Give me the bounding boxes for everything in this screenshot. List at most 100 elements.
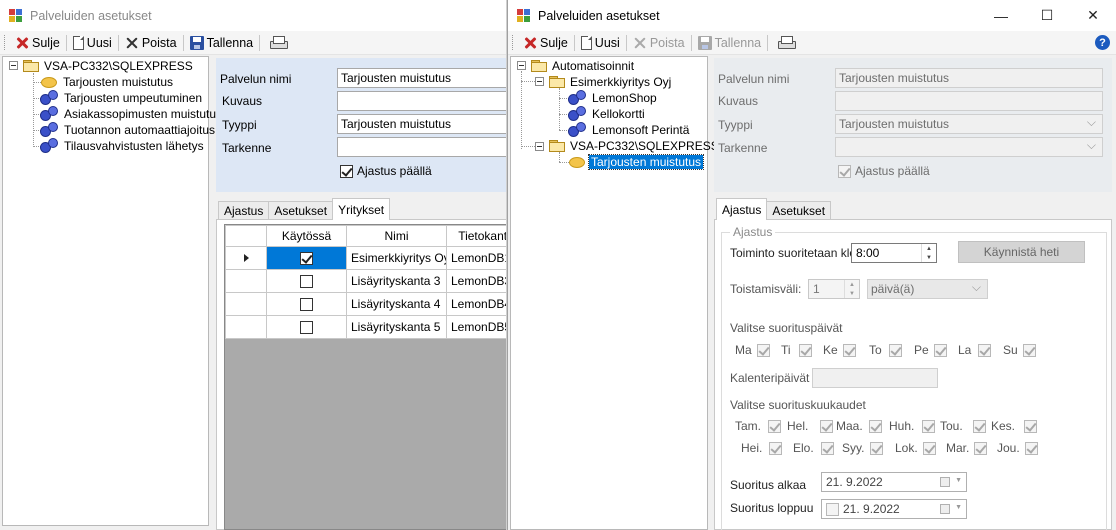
option-checkbox[interactable] [922, 420, 935, 433]
table-row[interactable]: Lisäyrityskanta 4 LemonDB4 [225, 292, 506, 316]
save-button[interactable]: Tallenna [694, 33, 766, 53]
services-tree[interactable]: VSA-PC332\SQLEXPRESS Tarjousten muistutu… [2, 56, 222, 526]
table-row[interactable]: Lisäyrityskanta 3 LemonDB3 [225, 269, 506, 293]
enabled-checkbox[interactable] [300, 298, 313, 312]
option-checkbox[interactable] [889, 344, 902, 357]
interval-spinner[interactable]: 1 ▲ ▼ [808, 279, 860, 299]
spinner-arrows-icon[interactable]: ▲ ▼ [921, 244, 936, 262]
option-checkbox[interactable] [1025, 442, 1038, 455]
delete-button[interactable]: Poista [121, 33, 181, 53]
option-checkbox[interactable] [1024, 420, 1037, 433]
spinner-arrows-icon[interactable]: ▲ ▼ [844, 280, 859, 298]
row-header[interactable] [225, 315, 267, 339]
schedule-enabled-checkbox[interactable] [340, 165, 353, 178]
tree-node-company[interactable]: Esimerkkiyritys Oyj [549, 74, 673, 90]
close-button[interactable]: Sulje [11, 33, 64, 53]
tree-item-service[interactable]: Asiakassopimusten muistutus [41, 106, 224, 122]
option-checkbox[interactable] [821, 442, 834, 455]
chevron-down-icon[interactable]: ▼ [955, 477, 962, 484]
tree-root-automations[interactable]: Automatisoinnit [531, 58, 636, 74]
calendar-icon[interactable] [940, 504, 950, 514]
tree-item-integration[interactable]: Lemonsoft Perintä [569, 122, 691, 138]
tab-schedule[interactable]: Ajastus [716, 198, 768, 220]
chevron-down-icon[interactable]: ▼ [955, 504, 962, 511]
tab-companies[interactable]: Yritykset [332, 198, 391, 220]
tree-node-server[interactable]: VSA-PC332\SQLEXPRESS [549, 138, 721, 154]
print-button[interactable] [262, 33, 293, 53]
new-button[interactable]: Uusi [577, 33, 624, 53]
companies-grid[interactable]: Käytössä Nimi Tietokanta Esimerkkiyritys… [224, 224, 506, 530]
table-row[interactable]: Esimerkkiyritys Oyj LemonDB1 [225, 246, 506, 270]
specifier-select[interactable] [835, 137, 1103, 157]
option-checkbox[interactable] [1023, 344, 1036, 357]
end-date-checkbox[interactable] [826, 502, 839, 516]
maximize-button[interactable]: ☐ [1024, 0, 1070, 31]
option-checkbox[interactable] [843, 344, 856, 357]
row-header[interactable] [225, 269, 267, 293]
minimize-button[interactable]: — [978, 0, 1024, 31]
row-header[interactable] [225, 292, 267, 316]
enabled-checkbox[interactable] [300, 252, 313, 266]
tree-item-service[interactable]: Tarjousten muistutus [41, 74, 175, 90]
print-button[interactable] [770, 33, 801, 53]
tree-item-service-selected[interactable]: Tarjousten muistutus [569, 154, 705, 170]
end-date-picker[interactable]: 21. 9.2022 ▼ [821, 499, 967, 519]
type-select[interactable]: Tarjousten muistutus [835, 114, 1103, 134]
tree-expander[interactable] [535, 77, 544, 86]
option-checkbox[interactable] [799, 344, 812, 357]
option-checkbox[interactable] [769, 442, 782, 455]
tree-expander[interactable] [535, 142, 544, 151]
calendar-days-input[interactable] [812, 368, 938, 388]
enabled-checkbox[interactable] [300, 321, 313, 335]
service-name-input[interactable]: Tarjousten muistutus [337, 68, 506, 88]
table-row[interactable]: Lisäyrityskanta 5 LemonDB5 [225, 315, 506, 339]
tree-expander[interactable] [517, 61, 526, 70]
column-header-enabled[interactable]: Käytössä [266, 225, 347, 247]
schedule-enabled-checkbox[interactable] [838, 165, 851, 178]
tree-item-service[interactable]: Tarjousten umpeutuminen [41, 90, 204, 106]
window-close-button[interactable]: ✕ [1070, 0, 1116, 31]
new-button[interactable]: Uusi [69, 33, 116, 53]
interval-unit-select[interactable]: päivä(ä) [867, 279, 988, 299]
option-checkbox[interactable] [974, 442, 987, 455]
close-button[interactable]: Sulje [519, 33, 572, 53]
tree-root-server[interactable]: VSA-PC332\SQLEXPRESS [23, 58, 195, 74]
option-checkbox[interactable] [923, 442, 936, 455]
option-checkbox[interactable] [870, 442, 883, 455]
tab-schedule[interactable]: Ajastus [218, 201, 270, 220]
start-date-picker[interactable]: 21. 9.2022 ▼ [821, 472, 967, 492]
tree-expander[interactable] [9, 61, 18, 70]
description-input[interactable] [835, 91, 1103, 111]
option-checkbox[interactable] [768, 420, 781, 433]
enabled-cell[interactable] [266, 292, 347, 316]
automations-tree[interactable]: Automatisoinnit Esimerkkiyritys Oyj Lemo… [510, 56, 719, 530]
enabled-cell[interactable] [266, 269, 347, 293]
option-checkbox[interactable] [820, 420, 833, 433]
option-checkbox[interactable] [869, 420, 882, 433]
run-now-button[interactable]: Käynnistä heti [958, 241, 1085, 263]
enabled-cell[interactable] [266, 246, 347, 270]
tree-item-integration[interactable]: Kellokortti [569, 106, 647, 122]
option-checkbox[interactable] [934, 344, 947, 357]
help-icon[interactable]: ? [1095, 35, 1110, 50]
column-header-database[interactable]: Tietokanta [446, 225, 506, 247]
run-at-time-spinner[interactable]: 8:00 ▲ ▼ [851, 243, 937, 263]
row-header[interactable] [225, 246, 267, 270]
tab-settings[interactable]: Asetukset [766, 201, 832, 220]
calendar-icon[interactable] [940, 477, 950, 487]
tree-item-integration[interactable]: LemonShop [569, 90, 659, 106]
specifier-select[interactable] [337, 137, 506, 157]
delete-button[interactable]: Poista [629, 33, 689, 53]
option-checkbox[interactable] [978, 344, 991, 357]
column-header-name[interactable]: Nimi [346, 225, 447, 247]
enabled-checkbox[interactable] [300, 275, 313, 289]
tree-item-service[interactable]: Tilausvahvistusten lähetys [41, 138, 206, 154]
save-button[interactable]: Tallenna [186, 33, 258, 53]
type-select[interactable]: Tarjousten muistutus [337, 114, 506, 134]
service-name-input[interactable]: Tarjousten muistutus [835, 68, 1103, 88]
tree-item-service[interactable]: Tuotannon automaattiajoitus [41, 122, 217, 138]
option-checkbox[interactable] [973, 420, 986, 433]
description-input[interactable] [337, 91, 506, 111]
option-checkbox[interactable] [757, 344, 770, 357]
enabled-cell[interactable] [266, 315, 347, 339]
